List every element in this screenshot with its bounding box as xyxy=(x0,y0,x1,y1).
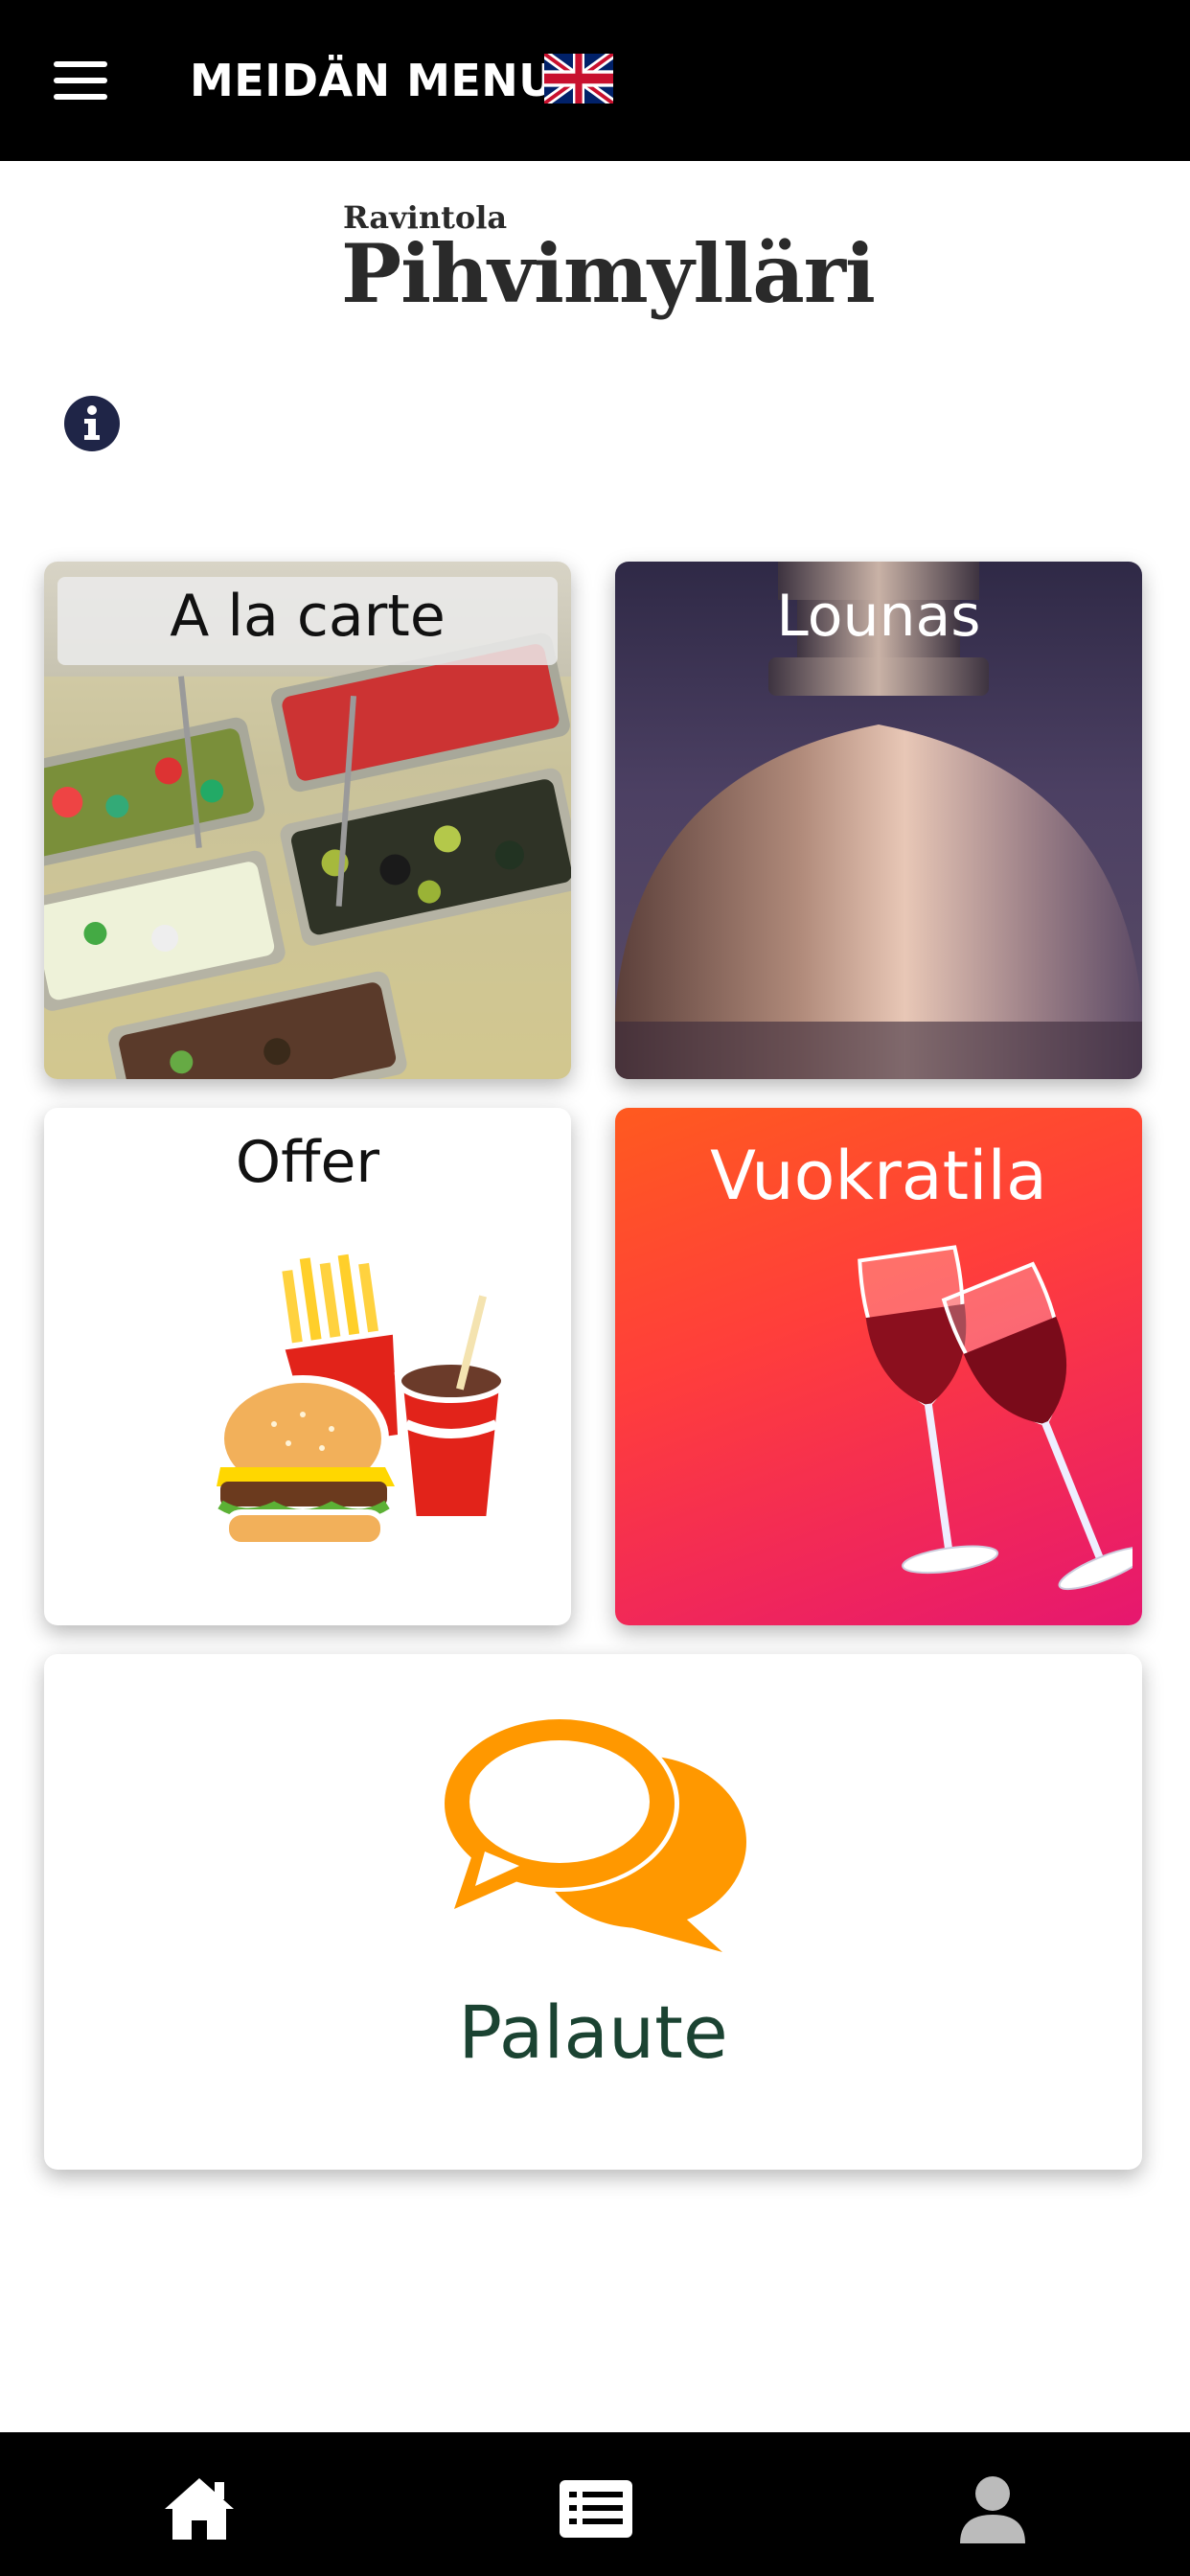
uk-flag-icon[interactable] xyxy=(544,54,613,104)
page-title: MEIDÄN MENU xyxy=(190,55,556,106)
tile-label-a-la-carte: A la carte xyxy=(170,583,446,650)
list-icon[interactable] xyxy=(558,2472,634,2543)
top-bar: MEIDÄN MENU xyxy=(0,0,1190,161)
wine-glasses-illustration xyxy=(858,1245,1133,1591)
tile-label-offer: Offer xyxy=(235,1129,380,1196)
home-icon[interactable] xyxy=(161,2472,238,2543)
fast-food-illustration xyxy=(217,1252,509,1548)
tile-vuokratila[interactable]: Vuokratila xyxy=(615,1108,1142,1625)
chat-bubbles-icon xyxy=(440,1715,746,1952)
tile-lounas[interactable]: Lounas xyxy=(615,562,1142,1079)
tile-offer[interactable]: Offer xyxy=(44,1108,571,1625)
hamburger-icon[interactable] xyxy=(54,61,107,100)
tile-label-palaute: Palaute xyxy=(458,1990,728,2075)
bottom-nav xyxy=(0,2432,1190,2576)
tile-label-vuokratila: Vuokratila xyxy=(710,1137,1047,1215)
tile-label-lounas: Lounas xyxy=(776,583,981,650)
info-icon[interactable] xyxy=(63,395,121,452)
user-icon[interactable] xyxy=(954,2472,1031,2543)
tile-a-la-carte[interactable]: A la carte xyxy=(44,562,571,1079)
logo-title: Pihvimylläri xyxy=(341,226,876,321)
tile-palaute[interactable]: Palaute xyxy=(44,1654,1142,2170)
